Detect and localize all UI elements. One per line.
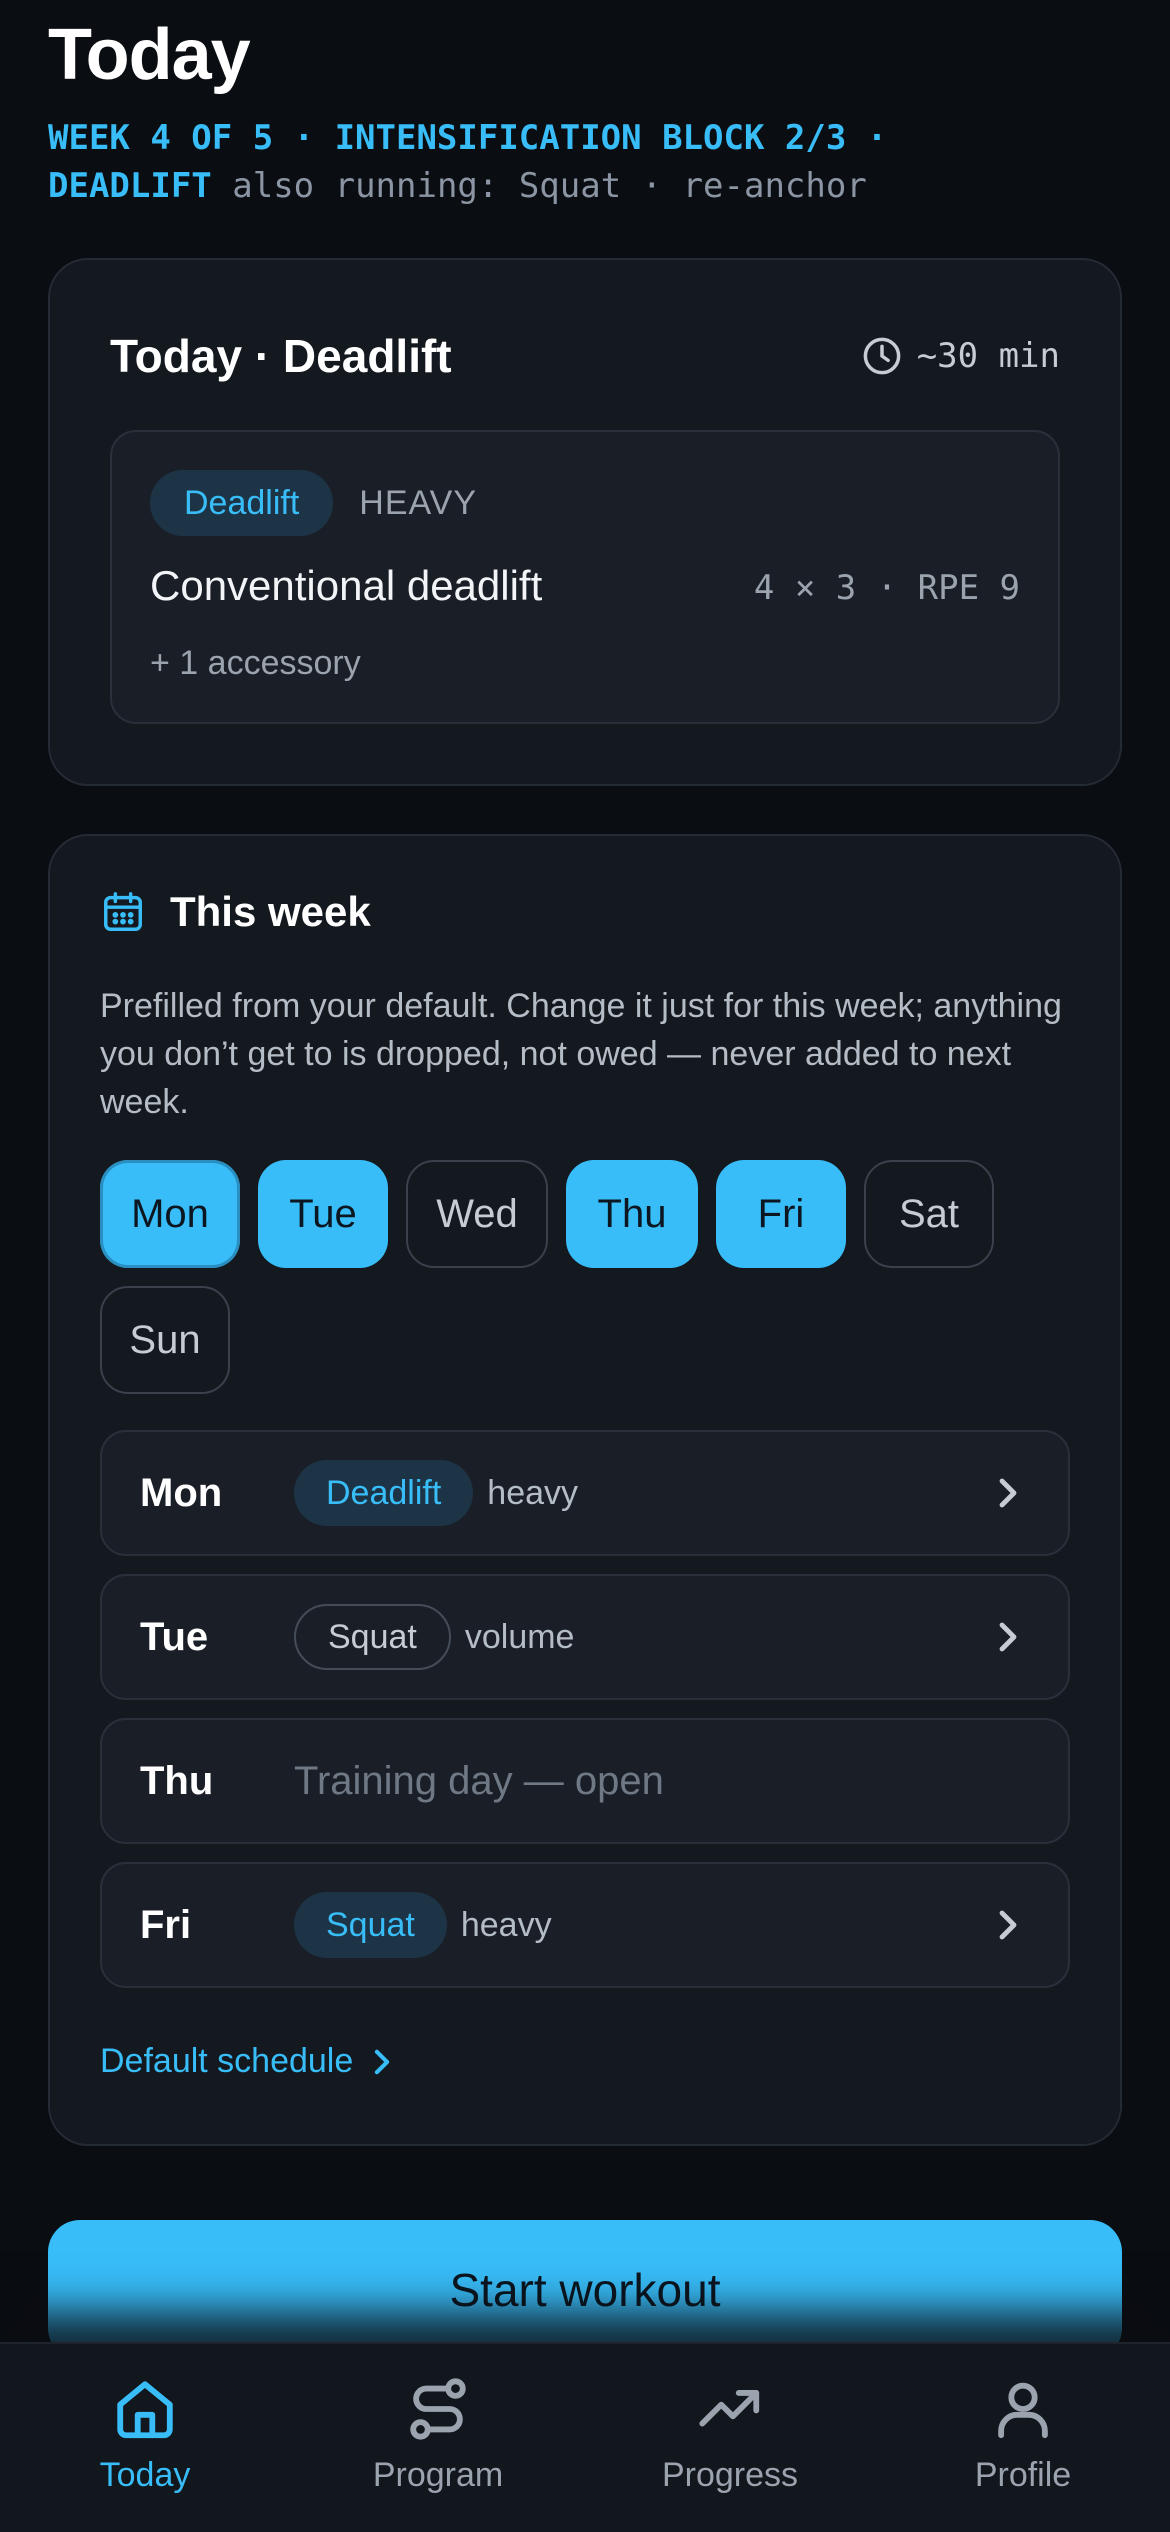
default-schedule-link[interactable]: Default schedule [100, 2042, 395, 2081]
schedule-row-thu[interactable]: Thu Training day — open [100, 1718, 1070, 1844]
tab-label: Profile [974, 2456, 1072, 2494]
session-kind: volume [464, 1617, 575, 1656]
schedule-day: Thu [140, 1758, 214, 1803]
block-status-line-2: DEADLIFT also running: Squat · re-anchor [48, 162, 1122, 210]
tab-progress[interactable]: Progress [600, 2374, 860, 2495]
lift-tag: Squat [294, 1604, 451, 1670]
also-running: also running: Squat · re-anchor [232, 166, 867, 206]
tab-label: Progress [661, 2456, 799, 2494]
schedule-detail: Squat volume [294, 1604, 574, 1670]
block-status-line: WEEK 4 OF 5 · INTENSIFICATION BLOCK 2/3 … [48, 114, 1122, 162]
schedule-row-mon[interactable]: Mon Deadlift heavy [100, 1430, 1070, 1556]
day-toggle-wed[interactable]: Wed [406, 1160, 548, 1268]
duration: ~30 min [861, 335, 1060, 377]
today-screen: Today WEEK 4 OF 5 · INTENSIFICATION BLOC… [0, 0, 1170, 2532]
today-workout-card[interactable]: Today · Deadlift ~30 min Deadlift HEAVY … [48, 258, 1122, 786]
this-week-title: This week [170, 888, 371, 935]
lift-tag: Deadlift [294, 1460, 474, 1526]
exercise-name: Conventional deadlift [150, 562, 543, 609]
today-card-title: Today · Deadlift [110, 330, 452, 382]
intensity-tag: HEAVY [359, 483, 478, 522]
day-toggle-sun[interactable]: Sun [100, 1286, 230, 1394]
route-icon [410, 2378, 466, 2440]
chevron-right-icon [999, 1622, 1017, 1652]
day-toggle-thu[interactable]: Thu [566, 1160, 698, 1268]
schedule-detail: Deadlift heavy [294, 1460, 578, 1526]
schedule-row-fri[interactable]: Fri Squat heavy [100, 1862, 1070, 1988]
week-schedule-list: Mon Deadlift heavy Tue Squat volume Thu … [100, 1430, 1070, 2006]
this-week-header: This week [100, 888, 371, 936]
open-day-text: Training day — open [294, 1758, 664, 1803]
session-kind: heavy [460, 1905, 552, 1944]
page-title: Today [48, 15, 251, 95]
tab-label: Program [372, 2456, 504, 2494]
exercise-scheme: 4 × 3 · RPE 9 [753, 568, 1020, 608]
home-icon [117, 2381, 173, 2439]
schedule-detail: Training day — open [294, 1759, 664, 1804]
day-toggle-fri[interactable]: Fri [716, 1160, 846, 1268]
schedule-day: Tue [140, 1614, 209, 1659]
tab-profile[interactable]: Profile [893, 2374, 1153, 2495]
trend-up-icon [699, 2390, 760, 2427]
this-week-description: Prefilled from your default. Change it j… [100, 987, 1062, 1121]
chevron-right-icon [375, 2049, 390, 2074]
tab-today[interactable]: Today [15, 2374, 275, 2495]
day-toggle-sat[interactable]: Sat [864, 1160, 994, 1268]
tab-label: Today [99, 2456, 191, 2494]
schedule-detail: Squat heavy [294, 1892, 552, 1958]
block-lift: DEADLIFT [48, 166, 212, 206]
this-week-card: This week Prefilled from your default. C… [48, 834, 1122, 2146]
block-progress: WEEK 4 OF 5 · INTENSIFICATION BLOCK 2/3 … [48, 118, 888, 158]
exercise-summary: Deadlift HEAVY Conventional deadlift 4 ×… [110, 430, 1060, 724]
lift-tag: Squat [294, 1892, 447, 1958]
schedule-day: Mon [140, 1470, 223, 1515]
exercise-tags: Deadlift HEAVY [150, 470, 477, 536]
bottom-tab-bar: Today Program Progress Profile [0, 2342, 1170, 2532]
schedule-row-tue[interactable]: Tue Squat volume [100, 1574, 1070, 1700]
lift-tag: Deadlift [150, 470, 334, 536]
default-schedule-label: Default schedule [100, 2042, 354, 2080]
duration-text: ~30 min [916, 336, 1060, 376]
user-icon [998, 2382, 1048, 2439]
start-workout-button[interactable]: Start workout [48, 2220, 1122, 2360]
clock-icon [863, 337, 901, 375]
day-toggle-tue[interactable]: Tue [258, 1160, 388, 1268]
chevron-right-icon [999, 1478, 1017, 1508]
session-kind: heavy [487, 1473, 579, 1512]
schedule-day: Fri [140, 1902, 192, 1947]
chevron-right-icon [999, 1910, 1017, 1940]
accessory-count: + 1 accessory [150, 644, 361, 682]
tab-program[interactable]: Program [308, 2374, 568, 2495]
day-toggle-mon[interactable]: Mon [100, 1160, 240, 1268]
calendar-icon [104, 892, 142, 931]
today-card-header: Today · Deadlift ~30 min [110, 326, 1060, 386]
day-selector: Mon Tue Wed Thu Fri Sat Sun [100, 1160, 1080, 1394]
